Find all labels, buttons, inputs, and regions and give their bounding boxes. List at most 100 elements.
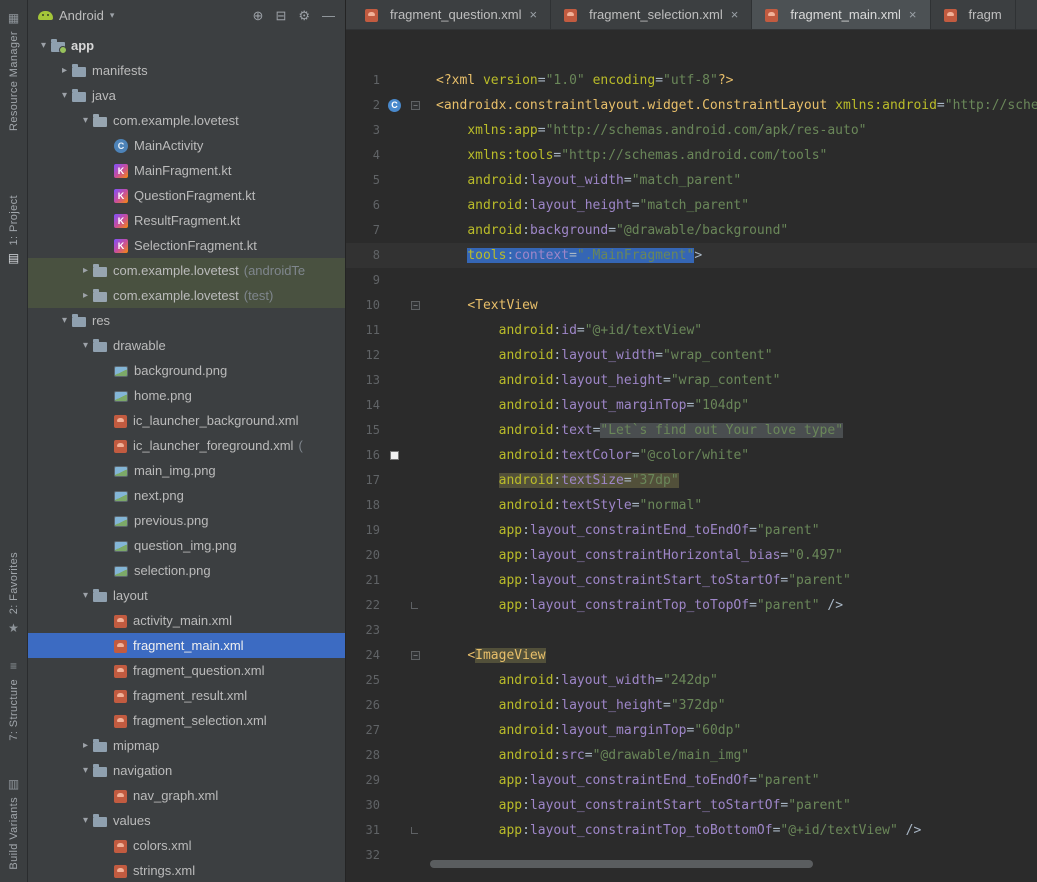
code-line[interactable]: 24 − <ImageView	[346, 643, 1037, 668]
tab-fragment_main.xml[interactable]: fragment_main.xml ×	[752, 0, 931, 29]
tree-row[interactable]: fragment_result.xml	[28, 683, 345, 708]
tree-row[interactable]: ▾ layout	[28, 583, 345, 608]
stripe-item-project[interactable]: 1: Project ▤	[8, 188, 20, 271]
tree-row[interactable]: background.png	[28, 358, 345, 383]
class-gutter-icon[interactable]: C	[388, 99, 401, 112]
fold-start-icon[interactable]: −	[411, 651, 420, 660]
code-line[interactable]: 18 android:textStyle="normal"	[346, 493, 1037, 518]
tree-row[interactable]: K SelectionFragment.kt	[28, 233, 345, 258]
tree-row[interactable]: strings.xml	[28, 858, 345, 882]
tree-row[interactable]: ▸ manifests	[28, 58, 345, 83]
tree-row[interactable]: fragment_question.xml	[28, 658, 345, 683]
settings-icon[interactable]: ⚙	[298, 9, 310, 22]
tree-row[interactable]: ▾ res	[28, 308, 345, 333]
code-line[interactable]: 13 android:layout_height="wrap_content"	[346, 368, 1037, 393]
tree-row[interactable]: question_img.png	[28, 533, 345, 558]
close-icon[interactable]: ×	[909, 7, 917, 22]
horizontal-scrollbar[interactable]	[430, 860, 1027, 868]
tree-row[interactable]: fragment_selection.xml	[28, 708, 345, 733]
code-line[interactable]: 22 app:layout_constraintTop_toTopOf="par…	[346, 593, 1037, 618]
tree-row[interactable]: ▸ com.example.lovetest (test)	[28, 283, 345, 308]
tree-row[interactable]: selection.png	[28, 558, 345, 583]
tree-row[interactable]: ic_launcher_background.xml	[28, 408, 345, 433]
code-line[interactable]: 20 app:layout_constraintHorizontal_bias=…	[346, 543, 1037, 568]
color-swatch-white-icon[interactable]	[390, 451, 399, 460]
tree-row[interactable]: next.png	[28, 483, 345, 508]
code-line[interactable]: 15 android:text="Let`s find out Your lov…	[346, 418, 1037, 443]
tree-row[interactable]: ▾ app	[28, 33, 345, 58]
tree-row[interactable]: activity_main.xml	[28, 608, 345, 633]
chevron-down-icon[interactable]: ▾	[78, 115, 93, 126]
tree-row[interactable]: ▾ java	[28, 83, 345, 108]
code-line[interactable]: 9	[346, 268, 1037, 293]
tree-row[interactable]: colors.xml	[28, 833, 345, 858]
chevron-down-icon[interactable]: ▾	[36, 40, 51, 51]
tree-row[interactable]: ▾ navigation	[28, 758, 345, 783]
stripe-item-structure[interactable]: ≡ 7: Structure	[8, 653, 20, 748]
code-line[interactable]: 1 <?xml version="1.0" encoding="utf-8"?>	[346, 68, 1037, 93]
code-line[interactable]: 7 android:background="@drawable/backgrou…	[346, 218, 1037, 243]
chevron-right-icon[interactable]: ▸	[78, 290, 93, 301]
tree-row[interactable]: ▸ mipmap	[28, 733, 345, 758]
fold-end-icon[interactable]	[411, 827, 418, 834]
scrollbar-thumb[interactable]	[430, 860, 813, 868]
module-selector[interactable]: Android ▾	[38, 8, 114, 23]
chevron-right-icon[interactable]: ▸	[78, 740, 93, 751]
code-line[interactable]: 21 app:layout_constraintStart_toStartOf=…	[346, 568, 1037, 593]
code-line[interactable]: 27 android:layout_marginTop="60dp"	[346, 718, 1037, 743]
close-icon[interactable]: ×	[731, 7, 739, 22]
fold-start-icon[interactable]: −	[411, 301, 420, 310]
code-line[interactable]: 6 android:layout_height="match_parent"	[346, 193, 1037, 218]
tree-row[interactable]: ▸ com.example.lovetest (androidTe	[28, 258, 345, 283]
code-line[interactable]: 17 android:textSize="37dp"	[346, 468, 1037, 493]
code-line[interactable]: 10 − <TextView	[346, 293, 1037, 318]
code-line[interactable]: 29 app:layout_constraintEnd_toEndOf="par…	[346, 768, 1037, 793]
code-line[interactable]: 25 android:layout_width="242dp"	[346, 668, 1037, 693]
collapse-all-icon[interactable]: ⊟	[275, 9, 286, 22]
code-line[interactable]: 5 android:layout_width="match_parent"	[346, 168, 1037, 193]
code-line[interactable]: 23	[346, 618, 1037, 643]
stripe-item-build-variants[interactable]: ▥ Build Variants	[8, 771, 20, 877]
tab-fragm[interactable]: fragm	[931, 0, 1016, 29]
code-line[interactable]: 28 android:src="@drawable/main_img"	[346, 743, 1037, 768]
tree-row[interactable]: K MainFragment.kt	[28, 158, 345, 183]
tree-row[interactable]: C MainActivity	[28, 133, 345, 158]
code-line[interactable]: 16 android:textColor="@color/white"	[346, 443, 1037, 468]
fold-end-icon[interactable]	[411, 602, 418, 609]
code-line[interactable]: 12 android:layout_width="wrap_content"	[346, 343, 1037, 368]
editor[interactable]: 1 <?xml version="1.0" encoding="utf-8"?> 2…	[346, 30, 1037, 882]
tree-row[interactable]: ▾ com.example.lovetest	[28, 108, 345, 133]
code-line[interactable]: 8 tools:context=".MainFragment">	[346, 243, 1037, 268]
chevron-down-icon[interactable]: ▾	[57, 315, 72, 326]
chevron-down-icon[interactable]: ▾	[57, 90, 72, 101]
tree-row[interactable]: ic_launcher_foreground.xml (	[28, 433, 345, 458]
chevron-down-icon[interactable]: ▾	[78, 590, 93, 601]
chevron-down-icon[interactable]: ▾	[78, 815, 93, 826]
stripe-item-resource-manager[interactable]: ▦ Resource Manager	[8, 5, 20, 138]
hide-panel-icon[interactable]: —	[322, 9, 335, 22]
tree-row[interactable]: previous.png	[28, 508, 345, 533]
chevron-down-icon[interactable]: ▾	[78, 340, 93, 351]
tree-row[interactable]: ▾ drawable	[28, 333, 345, 358]
fold-start-icon[interactable]: −	[411, 101, 420, 110]
code-line[interactable]: 11 android:id="@+id/textView"	[346, 318, 1037, 343]
code-line[interactable]: 2 C − <androidx.constraintlayout.widget.Con…	[346, 93, 1037, 118]
chevron-down-icon[interactable]: ▾	[78, 765, 93, 776]
tree-row[interactable]: home.png	[28, 383, 345, 408]
stripe-item-favorites[interactable]: 2: Favorites ★	[8, 545, 20, 640]
tree-row[interactable]: ▾ values	[28, 808, 345, 833]
chevron-right-icon[interactable]: ▸	[57, 65, 72, 76]
code-line[interactable]: 3 xmlns:app="http://schemas.android.com/…	[346, 118, 1037, 143]
locate-icon[interactable]: ⊕	[253, 9, 264, 22]
tab-fragment_selection.xml[interactable]: fragment_selection.xml ×	[551, 0, 753, 29]
code-line[interactable]: 31 app:layout_constraintTop_toBottomOf="…	[346, 818, 1037, 843]
tab-fragment_question.xml[interactable]: fragment_question.xml ×	[352, 0, 552, 29]
code-line[interactable]: 26 android:layout_height="372dp"	[346, 693, 1037, 718]
code-line[interactable]: 14 android:layout_marginTop="104dp"	[346, 393, 1037, 418]
tree-row[interactable]: main_img.png	[28, 458, 345, 483]
tree-row[interactable]: K ResultFragment.kt	[28, 208, 345, 233]
code-line[interactable]: 4 xmlns:tools="http://schemas.android.co…	[346, 143, 1037, 168]
code-line[interactable]: 19 app:layout_constraintEnd_toEndOf="par…	[346, 518, 1037, 543]
tree-row[interactable]: fragment_main.xml	[28, 633, 345, 658]
tree-row[interactable]: nav_graph.xml	[28, 783, 345, 808]
